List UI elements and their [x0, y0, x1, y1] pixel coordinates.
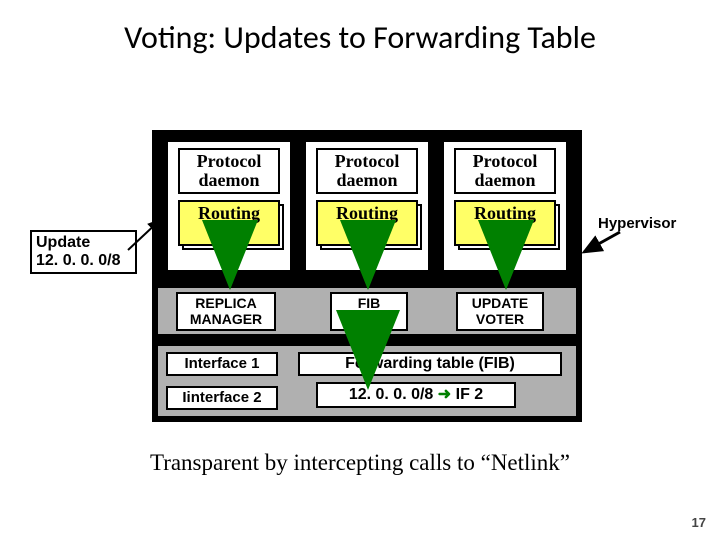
fib-entry-suffix: IF 2 [451, 386, 483, 403]
interface-1-box: Interface 1 [166, 352, 278, 376]
hypervisor-panel: Protocol daemon Routing table Protocol d… [152, 130, 582, 422]
fib-row: Interface 1 Iinterface 2 Forwarding tabl… [158, 346, 576, 416]
fib-entry-box: 12. 0. 0. 0/8 ➜ IF 2 [316, 382, 516, 408]
slide: Voting: Updates to Forwarding Table Upda… [0, 0, 720, 540]
routing-table-box: Routing table [316, 200, 418, 246]
hypervisor-label: Hypervisor [598, 215, 676, 232]
update-box: Update 12. 0. 0. 0/8 [30, 230, 137, 274]
protocol-daemon-box: Protocol daemon [454, 148, 556, 194]
fib-entry-prefix: 12. 0. 0. 0/8 [349, 386, 438, 403]
forwarding-table-box: Forwarding table (FIB) [298, 352, 562, 376]
protocol-daemon-box: Protocol daemon [178, 148, 280, 194]
slide-title: Voting: Updates to Forwarding Table [0, 18, 720, 57]
replica-manager-label: REPLICA MANAGER [190, 295, 262, 327]
routing-table-box: Routing table [178, 200, 280, 246]
manager-row: REPLICA MANAGER FIB VOTER UPDATE VOTER [158, 288, 576, 334]
update-voter-label: UPDATE VOTER [472, 295, 529, 327]
routing-table-box: Routing table [454, 200, 556, 246]
replica-column-3: Protocol daemon Routing table [442, 140, 568, 272]
replica-column-2: Protocol daemon Routing table [304, 140, 430, 272]
replica-manager-box: REPLICA MANAGER [176, 292, 276, 331]
caption-text: Transparent by intercepting calls to “Ne… [0, 450, 720, 476]
replica-column-1: Protocol daemon Routing table [166, 140, 292, 272]
update-line1: Update [36, 234, 131, 252]
update-line2: 12. 0. 0. 0/8 [36, 252, 131, 270]
update-voter-box: UPDATE VOTER [456, 292, 544, 331]
fib-voter-label: FIB VOTER [345, 295, 393, 327]
protocol-daemon-box: Protocol daemon [316, 148, 418, 194]
arrow-right-icon: ➜ [438, 386, 451, 403]
interface-2-box: Iinterface 2 [166, 386, 278, 410]
page-number: 17 [692, 515, 706, 530]
fib-voter-box: FIB VOTER [330, 292, 408, 331]
